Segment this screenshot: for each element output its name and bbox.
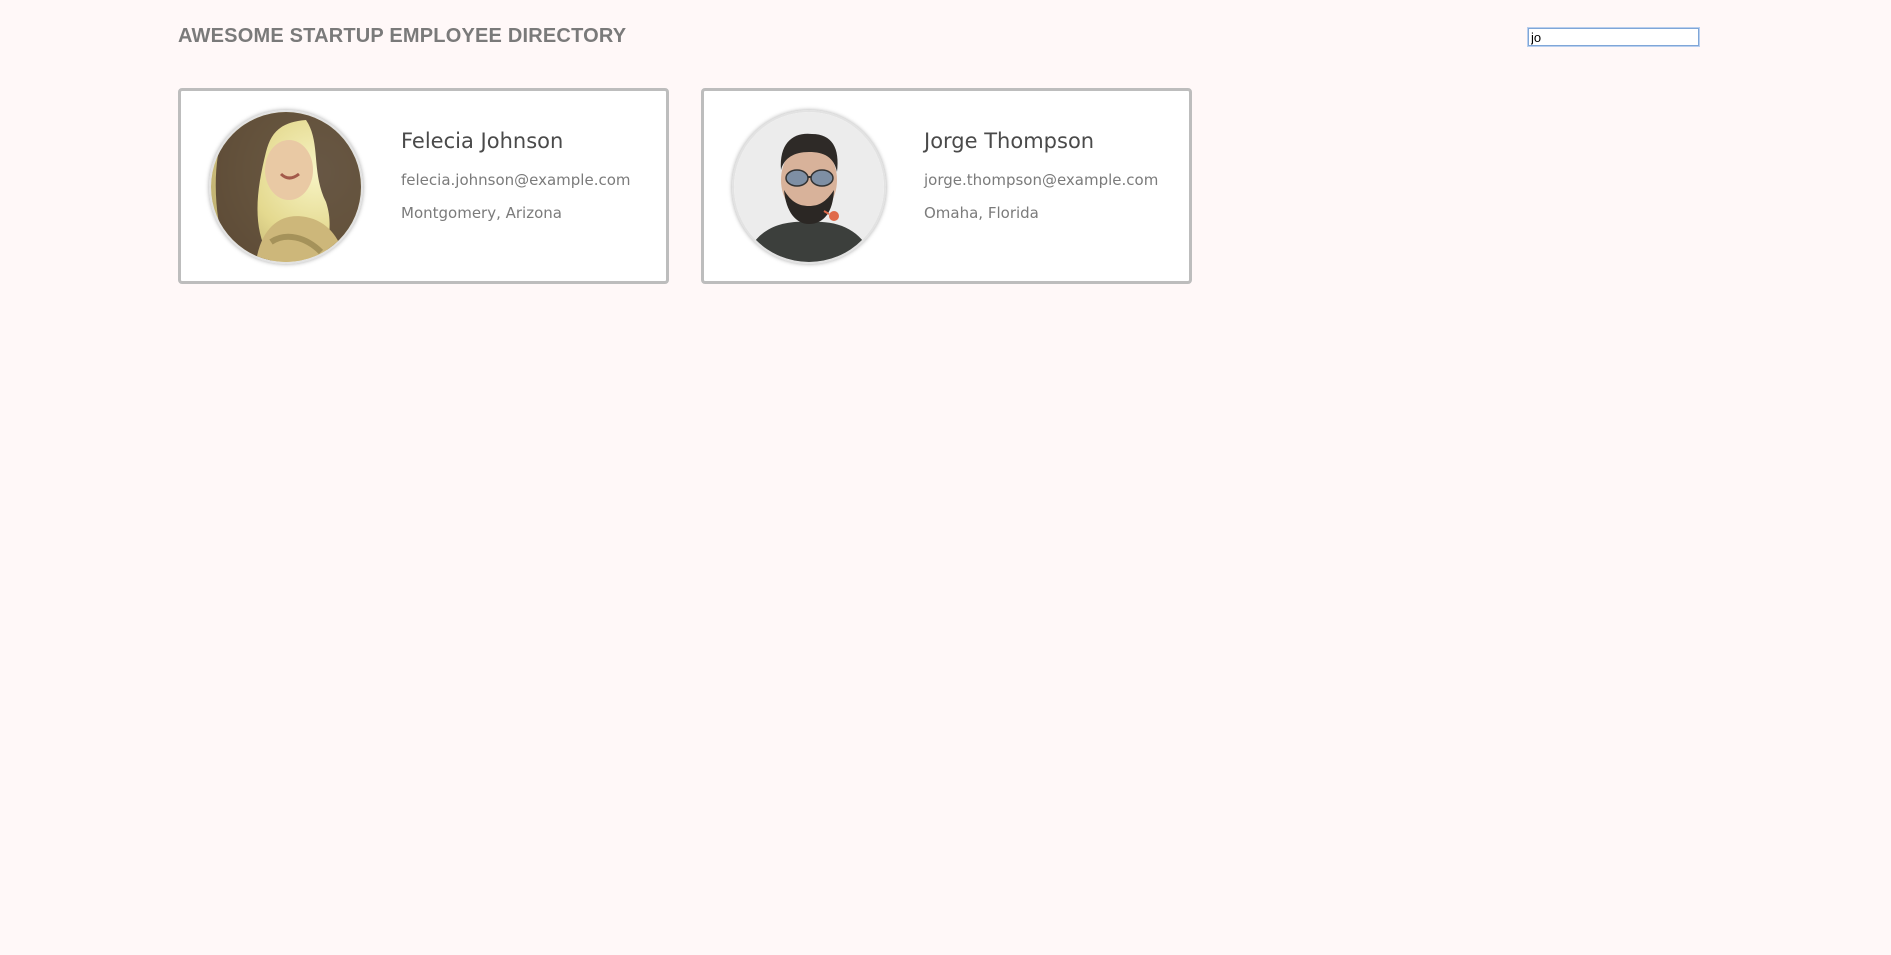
employee-email: felecia.johnson@example.com: [401, 171, 631, 189]
employee-avatar: [732, 110, 886, 264]
employee-name: Jorge Thompson: [924, 129, 1095, 153]
employee-location: Montgomery, Arizona: [401, 204, 562, 222]
employee-info: Jorge Thompson jorge.thompson@example.co…: [924, 129, 1158, 222]
employee-location: Omaha, Florida: [924, 204, 1039, 222]
employee-name: Felecia Johnson: [401, 129, 564, 153]
page-header: AWESOME STARTUP EMPLOYEE DIRECTORY: [178, 24, 1703, 52]
employee-card[interactable]: Felecia Johnson felecia.johnson@example.…: [178, 88, 669, 284]
employee-card[interactable]: Jorge Thompson jorge.thompson@example.co…: [701, 88, 1192, 284]
employee-avatar: [209, 110, 363, 264]
employee-email: jorge.thompson@example.com: [924, 171, 1159, 189]
employee-info: Felecia Johnson felecia.johnson@example.…: [401, 129, 631, 222]
page-title: AWESOME STARTUP EMPLOYEE DIRECTORY: [178, 25, 627, 47]
search-input[interactable]: [1527, 27, 1700, 47]
